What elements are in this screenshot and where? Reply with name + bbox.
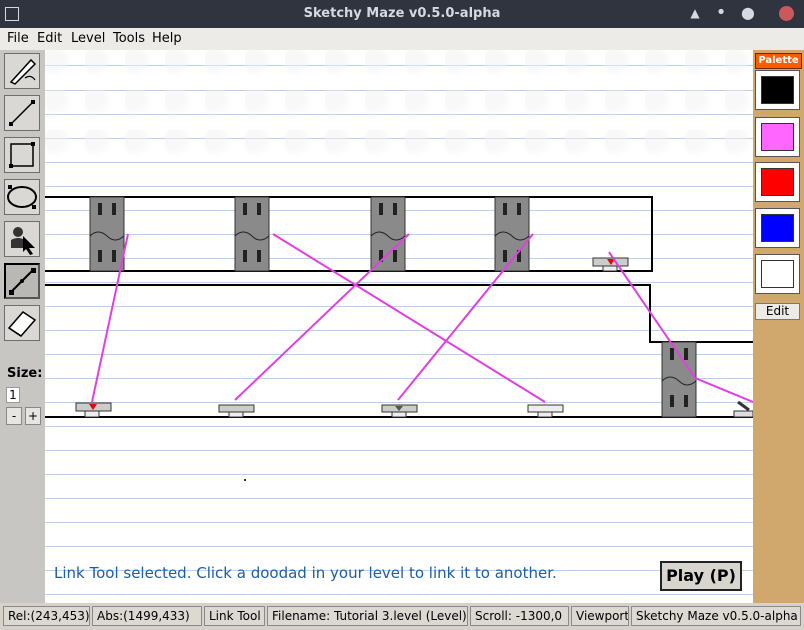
ellipse-tool[interactable]	[4, 179, 40, 215]
upper-corridor-wall	[45, 196, 653, 272]
window-title: Sketchy Maze v0.5.0-alpha	[303, 6, 501, 21]
status-scroll: Scroll: -1300,0	[470, 606, 569, 626]
menu-tools[interactable]: Tools	[113, 31, 145, 46]
rectangle-icon	[9, 142, 35, 168]
link-icon	[9, 268, 36, 295]
menu-level[interactable]: Level	[71, 31, 105, 46]
minimize-icon[interactable]: •	[714, 4, 728, 22]
tool-hint-message: Link Tool selected. Click a doodad in yo…	[54, 564, 557, 582]
switch-right	[733, 400, 753, 418]
button-3	[381, 404, 418, 418]
tool-palette: Size: 1 - +	[0, 50, 45, 603]
electric-door-1	[89, 196, 125, 272]
close-icon[interactable]	[779, 6, 794, 21]
speck	[244, 479, 246, 481]
swatch-pink[interactable]	[755, 117, 800, 157]
button-2	[218, 404, 255, 418]
swatch-white[interactable]	[755, 254, 800, 294]
line-tool[interactable]	[4, 95, 40, 131]
electric-door-3	[370, 196, 406, 272]
rectangle-tool[interactable]	[4, 137, 40, 173]
status-tool: Link Tool	[204, 606, 265, 626]
menu-file[interactable]: File	[7, 31, 29, 46]
level-drawing	[45, 196, 753, 481]
status-abs: Abs:(1499,433)	[92, 606, 202, 626]
title-bar: Sketchy Maze v0.5.0-alpha ▲ • ⬤	[0, 0, 804, 28]
status-rel: Rel:(243,453)	[3, 606, 90, 626]
swatch-black[interactable]	[755, 70, 800, 110]
sticky-button-top	[592, 257, 629, 272]
link-line-4	[397, 233, 534, 401]
status-version: Sketchy Maze v0.5.0-alpha	[631, 606, 801, 626]
window-menu-icon[interactable]	[5, 7, 19, 21]
status-viewport: Viewport	[571, 606, 629, 626]
ellipse-icon	[7, 185, 37, 209]
buttons	[75, 257, 753, 418]
swatch-red[interactable]	[755, 162, 800, 202]
menu-help[interactable]: Help	[152, 31, 182, 46]
size-value: 1	[6, 387, 20, 403]
level-canvas[interactable]	[45, 50, 753, 603]
palette-edit-button[interactable]: Edit	[755, 303, 800, 320]
size-label: Size:	[7, 366, 43, 381]
size-increase-button[interactable]: +	[25, 407, 41, 425]
actor-tool[interactable]	[4, 221, 40, 257]
button-4	[527, 404, 564, 418]
pencil-tool[interactable]	[4, 53, 40, 89]
swatch-blue[interactable]	[755, 208, 800, 248]
pencil-icon	[9, 58, 37, 85]
shade-icon[interactable]: ▲	[688, 6, 702, 20]
play-button[interactable]: Play (P)	[660, 561, 742, 591]
electric-door-2	[234, 196, 270, 272]
link-lines	[91, 233, 753, 403]
palette-title: Palette	[755, 53, 802, 69]
eraser-tool[interactable]	[4, 305, 40, 341]
middle-corridor-wall	[45, 284, 753, 343]
line-icon	[9, 100, 35, 126]
maximize-icon[interactable]: ⬤	[741, 6, 755, 20]
actor-icon	[11, 227, 35, 255]
menu-bar: File Edit Level Tools Help	[0, 28, 804, 50]
link-tool[interactable]	[4, 263, 40, 299]
menu-edit[interactable]: Edit	[37, 31, 62, 46]
status-filename: Filename: Tutorial 3.level (Level)	[267, 606, 468, 626]
size-decrease-button[interactable]: -	[6, 407, 22, 425]
status-bar: Rel:(243,453) Abs:(1499,433) Link Tool F…	[0, 603, 804, 630]
color-palette: Palette Edit	[753, 50, 804, 603]
sticky-button-1	[75, 402, 112, 418]
eraser-icon	[7, 311, 37, 337]
